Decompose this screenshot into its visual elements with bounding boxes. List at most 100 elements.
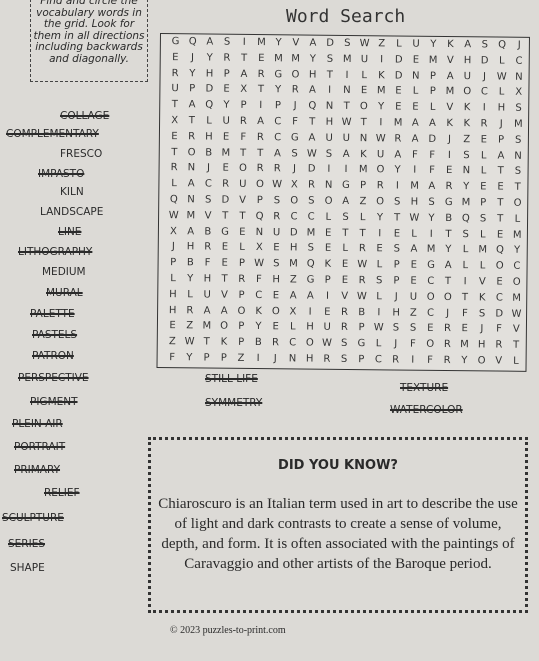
grid-cell[interactable]: G [440,195,457,211]
grid-cell[interactable]: C [510,53,527,69]
grid-cell[interactable]: P [215,351,232,367]
grid-cell[interactable]: T [234,209,251,225]
grid-cell[interactable]: S [337,210,354,226]
grid-cell[interactable]: J [511,38,528,54]
grid-cell[interactable]: E [217,161,234,177]
grid-cell[interactable]: R [252,130,269,146]
grid-cell[interactable]: U [234,177,251,193]
grid-cell[interactable]: H [201,66,218,82]
grid-cell[interactable]: W [318,336,335,352]
grid-cell[interactable]: I [320,162,337,178]
grid-cell[interactable]: T [338,99,355,115]
grid-cell[interactable]: I [476,100,493,116]
grid-cell[interactable]: G [422,258,439,274]
grid-cell[interactable]: M [508,290,525,306]
grid-cell[interactable]: M [457,195,474,211]
grid-cell[interactable]: E [267,319,284,335]
grid-cell[interactable]: K [442,37,459,53]
grid-cell[interactable]: R [199,240,216,256]
grid-cell[interactable]: W [354,257,371,273]
grid-cell[interactable]: S [404,321,421,337]
grid-cell[interactable]: M [422,242,439,258]
grid-cell[interactable]: V [490,353,507,369]
grid-cell[interactable]: O [287,67,304,83]
grid-cell[interactable]: O [251,177,268,193]
grid-cell[interactable]: L [493,85,510,101]
grid-cell[interactable]: Z [181,319,198,335]
grid-cell[interactable]: I [372,115,389,131]
grid-cell[interactable]: J [493,116,510,132]
grid-cell[interactable]: C [370,352,387,368]
grid-cell[interactable]: N [407,68,424,84]
grid-cell[interactable]: D [285,225,302,241]
grid-cell[interactable]: P [492,132,509,148]
grid-cell[interactable]: F [235,130,252,146]
grid-cell[interactable]: C [491,290,508,306]
grid-cell[interactable]: Q [302,257,319,273]
grid-cell[interactable]: L [370,289,387,305]
grid-cell[interactable]: P [388,273,405,289]
grid-cell[interactable]: Y [182,271,199,287]
grid-cell[interactable]: U [405,289,422,305]
grid-cell[interactable]: A [406,131,423,147]
grid-cell[interactable]: M [389,115,406,131]
grid-cell[interactable]: B [182,255,199,271]
grid-cell[interactable]: W [372,131,389,147]
grid-cell[interactable]: U [319,320,336,336]
grid-cell[interactable]: R [389,131,406,147]
grid-cell[interactable]: O [473,353,490,369]
grid-cell[interactable]: V [216,287,233,303]
grid-cell[interactable]: O [509,196,526,212]
grid-cell[interactable]: N [183,161,200,177]
grid-cell[interactable]: A [424,116,441,132]
grid-cell[interactable]: J [439,305,456,321]
grid-cell[interactable]: L [356,68,373,84]
grid-cell[interactable]: S [389,194,406,210]
grid-cell[interactable]: Z [354,194,371,210]
grid-cell[interactable]: E [336,257,353,273]
grid-cell[interactable]: A [183,176,200,192]
grid-cell[interactable]: R [354,241,371,257]
grid-cell[interactable]: E [491,227,508,243]
grid-cell[interactable]: J [388,289,405,305]
grid-cell[interactable]: R [287,83,304,99]
grid-cell[interactable]: N [251,225,268,241]
grid-cell[interactable]: S [302,241,319,257]
grid-cell[interactable]: M [424,53,441,69]
grid-cell[interactable]: L [200,113,217,129]
grid-cell[interactable]: Y [184,66,201,82]
grid-cell[interactable]: D [476,53,493,69]
grid-cell[interactable]: E [388,226,405,242]
grid-cell[interactable]: T [456,290,473,306]
grid-cell[interactable]: K [250,304,267,320]
grid-cell[interactable]: H [493,101,510,117]
grid-cell[interactable]: D [390,68,407,84]
grid-cell[interactable]: T [234,145,251,161]
grid-cell[interactable]: Z [285,272,302,288]
grid-cell[interactable]: H [459,53,476,69]
grid-cell[interactable]: P [184,82,201,98]
grid-cell[interactable]: S [339,36,356,52]
grid-cell[interactable]: O [371,194,388,210]
grid-cell[interactable]: G [353,336,370,352]
grid-cell[interactable]: L [284,320,301,336]
grid-cell[interactable]: A [182,224,199,240]
grid-cell[interactable]: M [474,243,491,259]
grid-cell[interactable]: C [285,209,302,225]
grid-cell[interactable]: N [509,148,526,164]
grid-cell[interactable]: W [268,177,285,193]
grid-cell[interactable]: A [439,258,456,274]
grid-cell[interactable]: A [302,288,319,304]
grid-cell[interactable]: Y [389,163,406,179]
grid-cell[interactable]: I [302,304,319,320]
grid-cell[interactable]: F [423,147,440,163]
grid-cell[interactable]: R [183,129,200,145]
grid-cell[interactable]: V [441,100,458,116]
grid-cell[interactable]: I [423,226,440,242]
grid-cell[interactable]: T [354,226,371,242]
grid-cell[interactable]: E [371,242,388,258]
grid-cell[interactable]: G [302,272,319,288]
grid-cell[interactable]: L [337,241,354,257]
grid-cell[interactable]: E [336,273,353,289]
grid-cell[interactable]: Z [164,334,181,350]
